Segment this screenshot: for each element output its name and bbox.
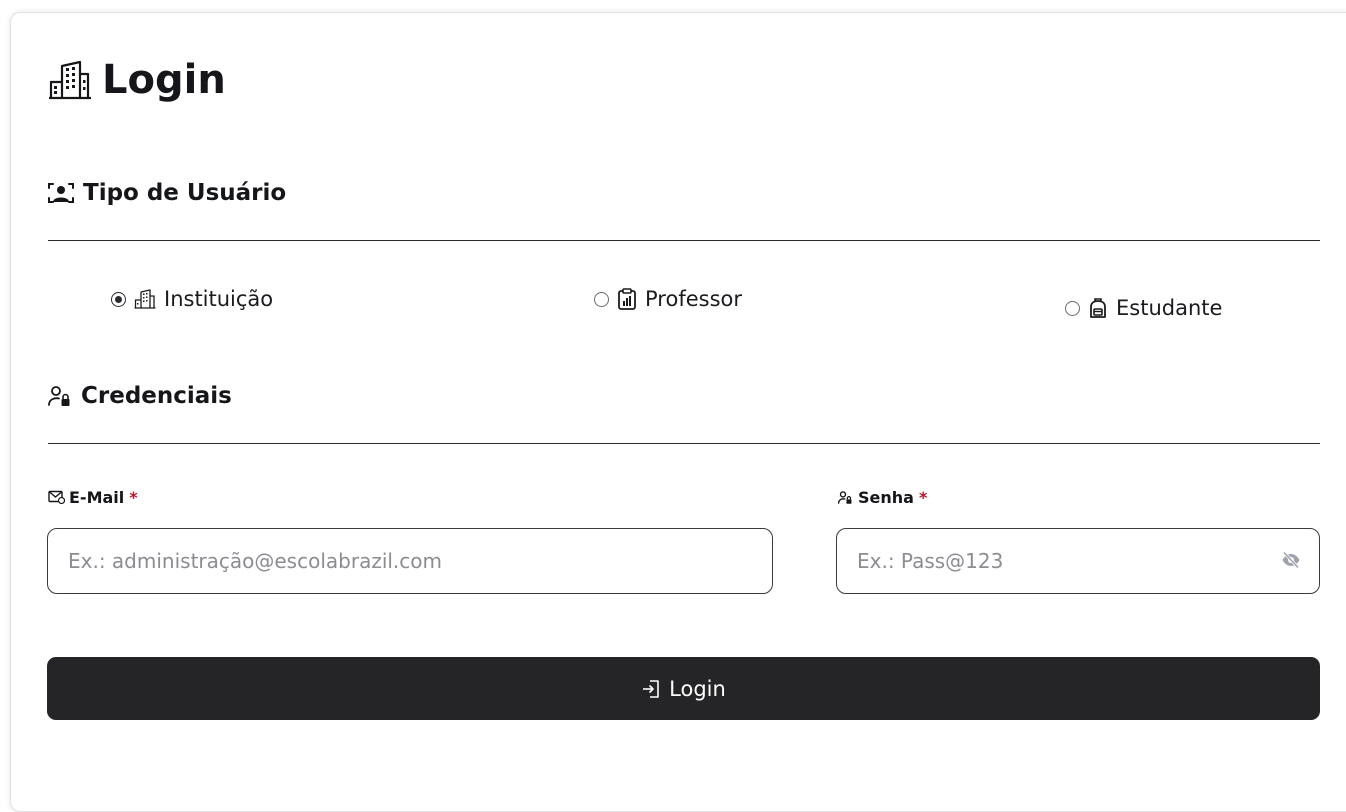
user-type-heading: Tipo de Usuário [47,178,286,208]
password-label-text: Senha [858,487,914,507]
backpack-icon [1088,297,1108,319]
email-input[interactable] [48,529,772,593]
user-lock-icon [47,384,73,408]
radio-button[interactable] [1065,300,1080,316]
building-icon [134,289,156,309]
email-label: E-Mail * [48,485,138,509]
user-type-heading-text: Tipo de Usuário [83,180,287,206]
password-input[interactable] [837,529,1319,593]
user-portrait-icon [47,181,75,205]
email-label-text: E-Mail [69,487,125,507]
clipboard-icon [617,288,637,310]
radio-instituicao-label: Instituição [164,287,274,311]
envelope-icon [48,490,65,504]
user-lock-icon [837,490,854,505]
radio-estudante[interactable]: Estudante [1065,293,1222,323]
required-mark: * [918,487,928,507]
login-button-label: Login [669,676,726,701]
page-title-text: Login [102,57,226,103]
radio-button-checked[interactable] [111,291,126,307]
sign-in-icon [641,679,661,699]
email-field-box[interactable] [47,528,773,594]
radio-estudante-label: Estudante [1116,296,1223,320]
building-icon [48,60,92,100]
radio-professor[interactable]: Professor [594,284,742,314]
radio-button[interactable] [594,291,609,307]
credentials-heading: Credenciais [47,381,232,411]
radio-professor-label: Professor [645,287,742,311]
page-title: Login [48,55,226,105]
credentials-heading-text: Credenciais [81,383,232,409]
password-field-box[interactable] [836,528,1320,594]
login-button[interactable]: Login [47,657,1320,720]
eye-slash-icon[interactable] [1281,551,1301,573]
password-label: Senha * [837,485,927,509]
user-type-divider [48,240,1320,241]
credentials-divider [48,443,1320,444]
required-mark: * [129,487,138,507]
radio-instituicao[interactable]: Instituição [111,284,273,314]
